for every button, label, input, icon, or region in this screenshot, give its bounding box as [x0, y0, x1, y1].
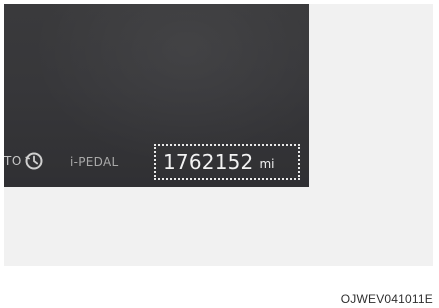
- odometer-readout: 1762152 mi: [154, 144, 300, 180]
- auto-hold-label: TO: [4, 154, 22, 168]
- auto-hold-icon: [23, 150, 45, 172]
- i-pedal-indicator: i-PEDAL: [70, 155, 119, 169]
- odometer-value: 1762152: [163, 150, 254, 174]
- auto-hold-indicator: TO: [4, 150, 45, 172]
- display-bottom-bar: TO i-PEDAL 1762152 mi: [4, 143, 309, 180]
- odometer-unit: mi: [259, 157, 275, 171]
- figure-code-label: OJWEV041011E: [340, 292, 433, 306]
- instrument-cluster-display: TO i-PEDAL 1762152 mi: [4, 4, 309, 187]
- figure-panel: TO i-PEDAL 1762152 mi: [4, 4, 433, 266]
